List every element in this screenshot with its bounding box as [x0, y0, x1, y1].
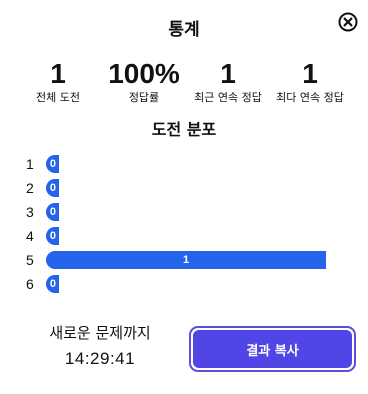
distribution-bar: 0 — [46, 203, 59, 221]
stat-played: 1 전체 도전 — [36, 58, 80, 105]
stat-max-streak: 1 최다 연속 정답 — [276, 58, 344, 105]
guess-number: 1 — [26, 156, 34, 172]
stat-value: 1 — [220, 58, 236, 89]
distribution-row: 4 0 — [26, 225, 346, 249]
stat-label: 최다 연속 정답 — [276, 91, 344, 104]
guess-number: 3 — [26, 204, 34, 220]
stat-win-rate: 100% 정답률 — [108, 58, 180, 105]
guess-distribution: 1 0 2 0 3 0 4 0 5 1 6 0 — [26, 153, 346, 297]
statistics-modal: 통계 1 전체 도전 100% 정답률 1 최근 연속 정답 1 최다 연속 정… — [0, 0, 368, 394]
distribution-bar: 1 — [46, 251, 326, 269]
next-puzzle: 새로운 문제까지 14:29:41 — [38, 323, 162, 370]
stat-label: 전체 도전 — [36, 91, 80, 104]
distribution-bar: 0 — [46, 227, 59, 245]
distribution-title: 도전 분포 — [151, 120, 217, 139]
stat-value: 1 — [302, 58, 318, 89]
distribution-row: 6 0 — [26, 273, 346, 297]
stats-row: 1 전체 도전 100% 정답률 1 최근 연속 정답 1 최다 연속 정답 — [18, 58, 358, 110]
distribution-bar: 0 — [46, 179, 59, 197]
stat-value: 100% — [108, 58, 180, 89]
guess-number: 6 — [26, 276, 34, 292]
guess-number: 4 — [26, 228, 34, 244]
stat-value: 1 — [50, 58, 66, 89]
distribution-row: 3 0 — [26, 201, 346, 225]
guess-number: 5 — [26, 252, 34, 268]
guess-number: 2 — [26, 180, 34, 196]
distribution-bar: 0 — [46, 275, 59, 293]
modal-title: 통계 — [168, 20, 200, 40]
countdown-timer: 14:29:41 — [64, 349, 136, 368]
distribution-row: 1 0 — [26, 153, 346, 177]
stat-label: 정답률 — [128, 91, 160, 104]
next-puzzle-label: 새로운 문제까지 — [49, 324, 151, 342]
close-icon[interactable] — [337, 11, 359, 33]
distribution-row: 2 0 — [26, 177, 346, 201]
copy-result-button[interactable]: 결과 복사 — [189, 326, 356, 372]
copy-result-label: 결과 복사 — [193, 330, 352, 368]
stat-label: 최근 연속 정답 — [194, 91, 262, 104]
distribution-bar: 0 — [46, 155, 59, 173]
distribution-row: 5 1 — [26, 249, 346, 273]
stat-current-streak: 1 최근 연속 정답 — [194, 58, 262, 105]
